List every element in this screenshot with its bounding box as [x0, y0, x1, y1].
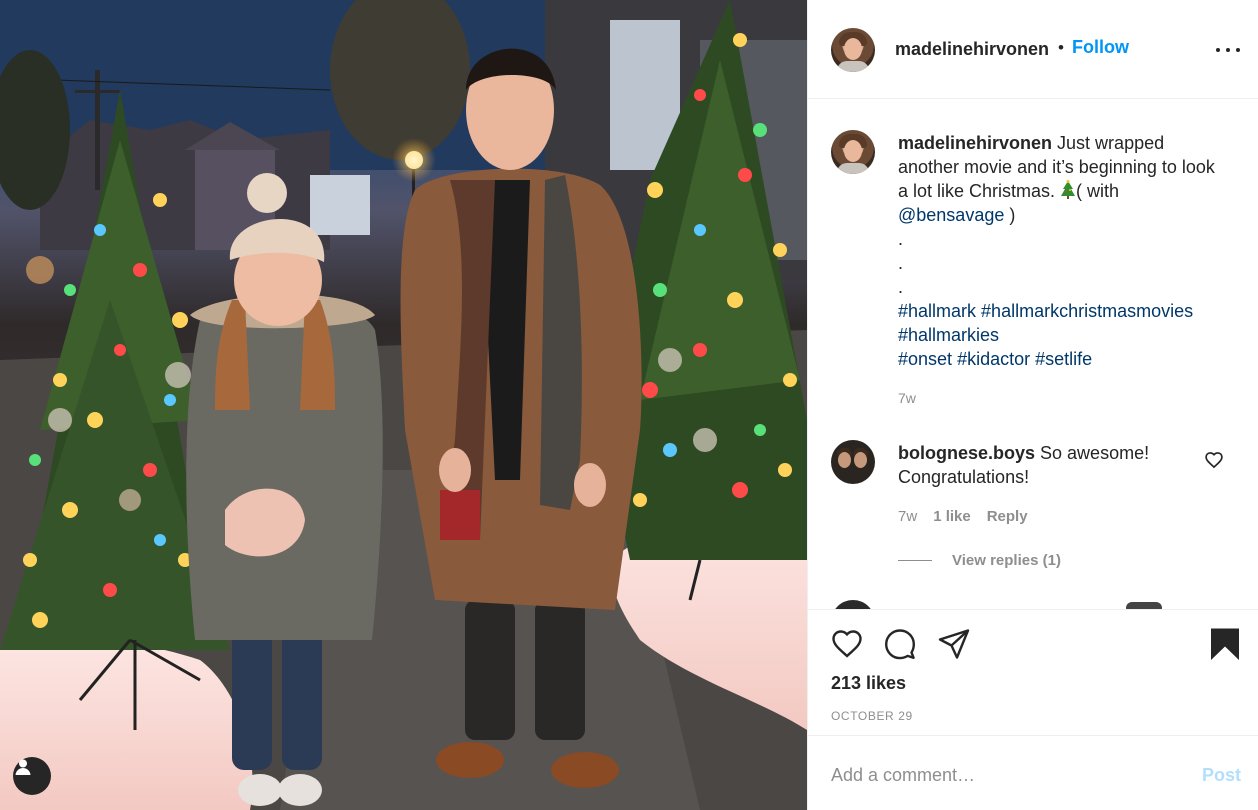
view-replies-label: View replies (1) — [952, 552, 1061, 569]
caption-mention[interactable]: @bensavage — [898, 205, 1004, 225]
comment-timestamp[interactable]: 7w — [898, 508, 917, 525]
comment-meta: 7w 1 like Reply — [898, 508, 1028, 525]
heart-icon[interactable] — [830, 627, 864, 661]
hashtag-link[interactable]: #hallmark — [898, 301, 976, 321]
photo-illustration — [0, 0, 807, 810]
post-header: madelinehirvonen • Follow — [808, 0, 1258, 99]
caption-timestamp[interactable]: 7w — [898, 390, 916, 406]
author-username[interactable]: madelinehirvonen — [895, 39, 1049, 60]
post-caption: madelinehirvonen Just wrapped another mo… — [898, 131, 1228, 371]
post-comment-button[interactable]: Post — [1202, 765, 1241, 786]
author-avatar[interactable] — [831, 28, 875, 72]
post-date[interactable]: OCTOBER 29 — [831, 709, 913, 723]
caption-dot: . — [898, 253, 904, 273]
hashtag-link[interactable]: #hallmarkchristmasmovies — [981, 301, 1193, 321]
caption-avatar[interactable] — [831, 130, 875, 174]
next-comment-partial — [1126, 602, 1162, 609]
add-comment-input[interactable] — [831, 763, 1181, 787]
comment-like-heart-icon[interactable] — [1204, 450, 1224, 470]
christmas-tree-icon — [1061, 180, 1076, 199]
add-comment-bar: Post — [808, 737, 1258, 810]
post-photo[interactable] — [0, 0, 807, 810]
comment-icon[interactable] — [883, 627, 917, 661]
caption-dot: . — [898, 229, 904, 249]
hashtag-link[interactable]: #onset — [898, 349, 952, 369]
comment-likes-count[interactable]: 1 like — [933, 508, 971, 525]
commenter-avatar[interactable] — [831, 440, 875, 484]
bookmark-icon[interactable] — [1208, 627, 1242, 661]
replies-divider-line — [898, 560, 932, 561]
comments-section[interactable]: madelinehirvonen Just wrapped another mo… — [808, 100, 1258, 610]
caption-username[interactable]: madelinehirvonen — [898, 133, 1052, 153]
likes-count[interactable]: 213 likes — [831, 673, 906, 694]
separator-dot: • — [1058, 38, 1064, 57]
caption-with-text: ( with — [1076, 181, 1120, 201]
user-tag-icon — [15, 759, 31, 775]
comment-reply-button[interactable]: Reply — [987, 508, 1028, 525]
next-comment-avatar[interactable] — [831, 600, 875, 609]
caption-dot: . — [898, 277, 904, 297]
comment-item: bolognese.boys So awesome! Congratulatio… — [898, 441, 1188, 489]
commenter-username[interactable]: bolognese.boys — [898, 443, 1035, 463]
post-actions: 213 likes OCTOBER 29 — [808, 611, 1258, 736]
follow-button[interactable]: Follow — [1072, 37, 1129, 58]
more-options-icon[interactable] — [1216, 43, 1240, 57]
post-side-panel: madelinehirvonen • Follow madelinehirvon… — [807, 0, 1258, 810]
user-tag-button[interactable] — [13, 757, 51, 795]
caption-close-paren: ) — [1004, 205, 1016, 225]
hashtag-link[interactable]: #hallmarkies — [898, 325, 999, 345]
hashtag-link[interactable]: #setlife — [1035, 349, 1092, 369]
hashtag-link[interactable]: #kidactor — [957, 349, 1030, 369]
view-replies-button[interactable]: View replies (1) — [898, 552, 1061, 569]
share-icon[interactable] — [937, 627, 971, 661]
